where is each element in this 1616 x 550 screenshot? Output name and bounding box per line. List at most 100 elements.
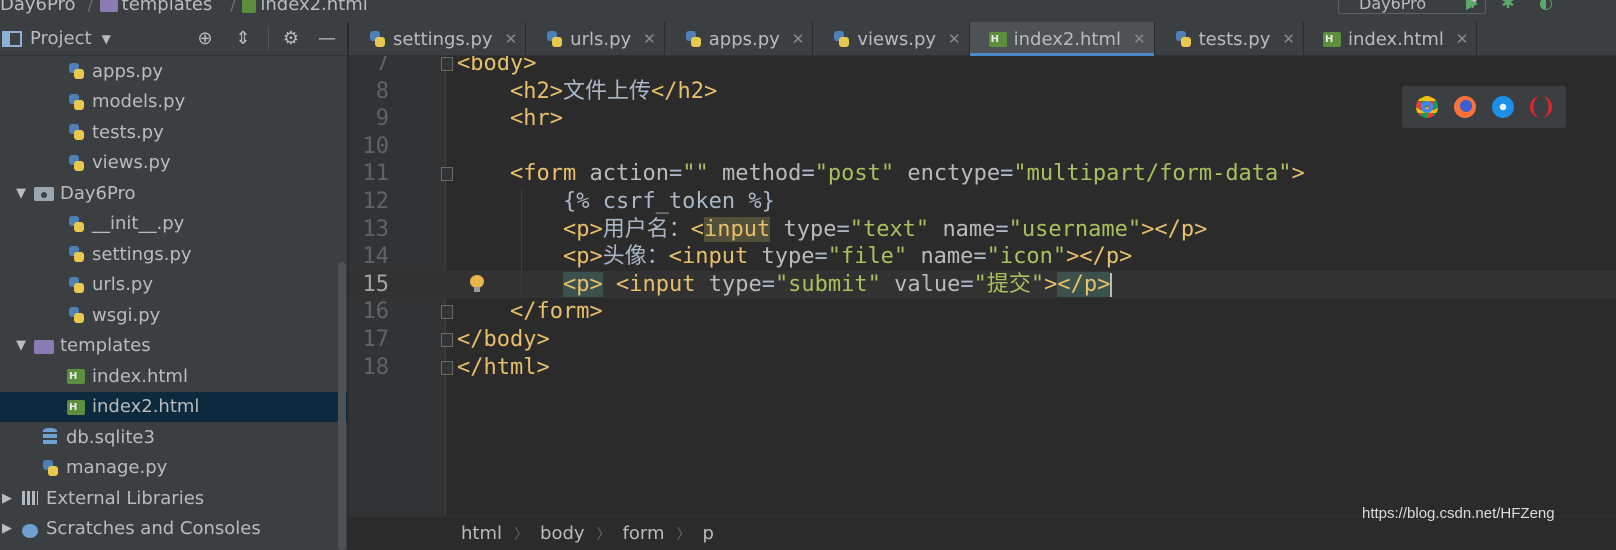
tab-settings-py[interactable]: settings.py ✕ [349, 22, 527, 56]
python-file-icon [831, 29, 851, 49]
html-file-icon [988, 29, 1008, 49]
close-icon[interactable]: ✕ [948, 30, 961, 48]
database-icon [40, 427, 60, 447]
tree-item-wsgi-py[interactable]: wsgi.py [0, 300, 347, 331]
hide-panel-icon[interactable]: — [316, 28, 338, 50]
nav-crumb-folder[interactable]: templates [99, 0, 219, 15]
breadcrumb-item[interactable]: form [623, 523, 665, 544]
scratches-icon [20, 520, 40, 538]
project-panel-header: Project ▼ ⊕ ⇕ ⚙ — [0, 22, 347, 56]
fold-marker-icon[interactable] [441, 333, 453, 347]
tree-item-day6pro[interactable]: ▼ Day6Pro [0, 178, 347, 209]
tree-item-label: External Libraries [46, 487, 205, 509]
close-icon[interactable]: ✕ [505, 30, 518, 48]
tab-label: settings.py [393, 28, 493, 50]
intention-bulb-icon[interactable] [469, 274, 485, 293]
tab-index2-html[interactable]: index2.html ✕ [969, 22, 1155, 56]
tab-urls-py[interactable]: urls.py ✕ [526, 22, 665, 56]
folder-icon [34, 338, 54, 354]
nav-crumb-project[interactable]: Day6Pro [0, 0, 76, 15]
collapse-all-icon[interactable]: ⇕ [232, 28, 254, 50]
tree-item-models-py[interactable]: models.py [0, 87, 347, 118]
code-text: <p>用户名：<input type="text" name="username… [562, 216, 1208, 242]
tree-item-index-html[interactable]: index.html [0, 361, 347, 392]
code-line: 18 </html> [349, 354, 1616, 382]
project-panel-title[interactable]: Project [30, 28, 92, 49]
chevron-down-icon[interactable]: ▼ [102, 32, 111, 46]
tree-item-db-sqlite3[interactable]: db.sqlite3 [0, 422, 347, 453]
line-number: 16 [362, 299, 390, 325]
breadcrumb-item[interactable]: html [461, 523, 502, 544]
close-icon[interactable]: ✕ [1133, 30, 1146, 48]
python-file-icon [40, 458, 60, 478]
toolbar-divider [268, 28, 269, 50]
tree-item-tests-py[interactable]: tests.py [0, 117, 347, 148]
fold-marker-icon[interactable] [441, 305, 453, 320]
tree-item-index2-html[interactable]: index2.html [0, 391, 347, 422]
tree-item-label: db.sqlite3 [66, 426, 155, 448]
tree-item-external-libraries[interactable]: ▶ External Libraries [0, 483, 347, 514]
chevron-down-icon[interactable]: ▼ [14, 186, 28, 201]
close-icon[interactable]: ✕ [792, 30, 805, 48]
code-line: 11 <form action="" method="post" enctype… [349, 160, 1616, 188]
tree-item-label: urls.py [92, 274, 153, 296]
run-config-label: Day6Pro [1359, 0, 1427, 13]
tree-item-scratches-and-consoles[interactable]: ▶ Scratches and Consoles [0, 514, 347, 545]
run-icon[interactable]: ▶ [1462, 0, 1482, 12]
tab-tests-py[interactable]: tests.py ✕ [1155, 22, 1304, 56]
python-file-icon [66, 92, 86, 112]
breadcrumb-item[interactable]: body [540, 523, 585, 544]
fold-marker-icon[interactable] [441, 360, 453, 375]
tree-item-views-py[interactable]: views.py [0, 148, 347, 179]
tab-index-html[interactable]: index.html ✕ [1304, 22, 1478, 56]
breadcrumb-item[interactable]: p [703, 523, 714, 544]
coverage-icon[interactable]: ◐ [1536, 0, 1556, 12]
navigation-bar: Day6Pro / templates / index2.html Day6Pr… [0, 0, 1616, 22]
tree-item-apps-py[interactable]: apps.py [0, 56, 347, 87]
code-editor[interactable]: 7 <body> 8 <h2>文件上传</h2> 9 <hr> 10 11 <form a… [349, 56, 1616, 550]
tree-item-settings-py[interactable]: settings.py [0, 239, 347, 270]
tree-item-templates[interactable]: ▼ templates [0, 331, 347, 362]
fold-marker-icon[interactable] [441, 57, 453, 71]
tree-item-label: models.py [92, 91, 186, 113]
html-file-icon [1322, 29, 1342, 49]
tab-apps-py[interactable]: apps.py ✕ [665, 22, 814, 56]
tab-label: urls.py [570, 28, 632, 50]
safari-icon[interactable] [1492, 96, 1514, 118]
locate-file-icon[interactable]: ⊕ [194, 28, 216, 50]
chevron-right-icon: 〉 [596, 526, 611, 543]
debug-icon[interactable]: ✱ [1498, 0, 1518, 12]
chrome-icon[interactable] [1416, 96, 1438, 118]
line-number: 7 [375, 56, 389, 76]
opera-icon[interactable] [1530, 96, 1552, 118]
tree-item-init-py[interactable]: __init__.py [0, 209, 347, 240]
chevron-down-icon[interactable]: ▼ [14, 338, 28, 353]
nav-crumb-file-label: index2.html [260, 0, 368, 15]
open-in-browser-popup [1402, 86, 1566, 128]
chevron-right-icon: 〉 [514, 526, 529, 543]
text-caret [1110, 272, 1113, 297]
tab-label: index.html [1347, 28, 1444, 50]
tab-views-py[interactable]: views.py ✕ [813, 22, 970, 56]
tree-item-label: settings.py [92, 243, 192, 265]
close-icon[interactable]: ✕ [1282, 30, 1295, 48]
gear-icon[interactable]: ⚙ [280, 28, 302, 50]
chevron-right-icon[interactable]: ▶ [0, 491, 14, 506]
nav-crumb-file[interactable]: index2.html [242, 0, 373, 15]
nav-separator: / [230, 0, 237, 15]
line-number: 10 [362, 133, 390, 159]
chevron-right-icon[interactable]: ▶ [0, 521, 14, 536]
close-icon[interactable]: ✕ [1456, 30, 1469, 48]
python-file-icon [66, 214, 86, 234]
close-icon[interactable]: ✕ [643, 30, 656, 48]
tree-item-label: wsgi.py [92, 304, 161, 326]
code-text: </form> [509, 299, 603, 325]
tree-item-label: tests.py [92, 121, 164, 143]
fold-marker-icon[interactable] [441, 167, 453, 182]
firefox-icon[interactable] [1454, 96, 1476, 118]
tree-item-label: Scratches and Consoles [46, 518, 261, 540]
tree-item-manage-py[interactable]: manage.py [0, 453, 347, 484]
tree-item-urls-py[interactable]: urls.py [0, 270, 347, 301]
tree-item-label: views.py [92, 152, 171, 174]
sidebar-scrollbar[interactable] [338, 262, 346, 550]
